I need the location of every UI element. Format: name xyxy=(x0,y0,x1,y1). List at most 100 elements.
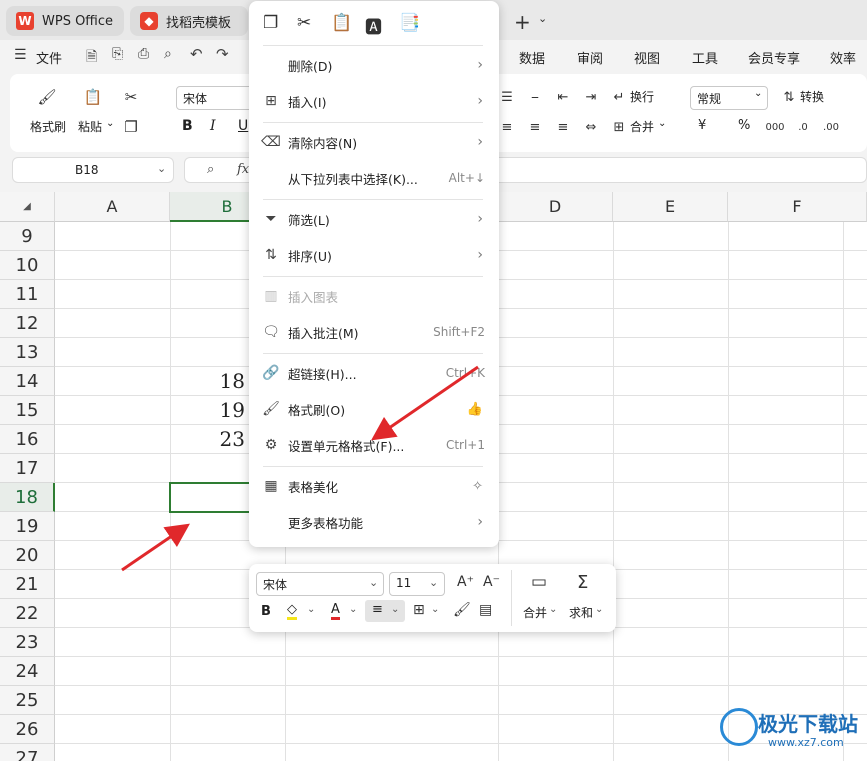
export-pdf-icon[interactable]: ⎘ xyxy=(112,46,123,62)
tab-list-chevron-icon[interactable]: ⌄ xyxy=(538,12,547,25)
mini-bold-button[interactable]: B xyxy=(261,604,271,619)
align-center-icon[interactable]: ☰ xyxy=(496,86,518,108)
font-color-icon[interactable]: A xyxy=(331,602,340,620)
borders-icon[interactable]: ⊞ xyxy=(413,602,425,618)
convert-icon[interactable]: ⇅ xyxy=(778,86,800,108)
cut-icon[interactable]: ✂ xyxy=(297,13,311,33)
align-middle-icon[interactable]: ≡ xyxy=(524,116,546,138)
cell-b15[interactable]: 19 xyxy=(170,398,245,422)
copy-icon[interactable]: ❐ xyxy=(263,13,278,33)
select-all-corner[interactable]: ◢ xyxy=(0,192,55,222)
menu-data[interactable]: 数据 xyxy=(519,48,545,67)
bold-button[interactable]: B xyxy=(182,118,193,134)
mini-font-select[interactable]: 宋体 xyxy=(256,572,384,596)
wrap-label[interactable]: 换行 xyxy=(630,88,654,105)
fx-icon[interactable]: fx xyxy=(237,162,249,177)
convert-label[interactable]: 转换 xyxy=(800,88,824,105)
row-header[interactable]: 25 xyxy=(0,686,55,715)
tab-docer-templates[interactable]: ◆ 找稻壳模板 xyxy=(130,6,248,36)
mini-format-cells-icon[interactable]: ▤ xyxy=(479,602,492,618)
distribute-icon[interactable]: ⇔ xyxy=(580,116,602,138)
column-header-e[interactable]: E xyxy=(613,192,728,222)
menu-item-pick-from-list[interactable]: 从下拉列表中选择(K)... Alt+↓ xyxy=(249,162,499,194)
currency-button[interactable]: ¥ xyxy=(698,118,706,133)
wrap-text-icon[interactable]: ↵ xyxy=(608,86,630,108)
paste-text-icon[interactable]: 🅰 xyxy=(365,13,382,38)
redo-icon[interactable]: ↷ xyxy=(216,45,229,63)
print-preview-icon[interactable]: ⌕ xyxy=(164,46,172,62)
decrease-decimal-icon[interactable]: .00 xyxy=(820,116,842,138)
row-header[interactable]: 20 xyxy=(0,541,55,570)
cell-b14[interactable]: 18 xyxy=(170,369,245,393)
mini-sum-label[interactable]: 求和 xyxy=(569,604,593,621)
menu-item-filter[interactable]: ⏷ 筛选(L) › xyxy=(249,203,499,235)
mini-merge-chevron-icon[interactable]: ⌄ xyxy=(549,604,557,615)
menu-item-hyperlink[interactable]: 🔗 超链接(H)... Ctrl+K xyxy=(249,357,499,389)
menu-efficiency[interactable]: 效率 xyxy=(830,48,856,67)
indent-decrease-icon[interactable]: ⇤ xyxy=(552,86,574,108)
menu-review[interactable]: 审阅 xyxy=(577,48,603,67)
mini-format-painter-icon[interactable]: 🖌 xyxy=(453,602,471,618)
paste-icon[interactable]: 📋 xyxy=(82,86,104,108)
mini-merge-icon[interactable]: ▭ xyxy=(531,572,547,592)
fill-color-icon[interactable]: ◇ xyxy=(287,602,297,620)
column-header-a[interactable]: A xyxy=(55,192,170,222)
tab-wps-office[interactable]: W WPS Office xyxy=(6,6,124,36)
row-header[interactable]: 9 xyxy=(0,222,55,251)
cell-b16[interactable]: 23 xyxy=(170,427,245,451)
decrease-font-size-icon[interactable]: A⁻ xyxy=(483,574,500,590)
cut-icon[interactable]: ✂ xyxy=(120,86,142,108)
font-color-chevron-icon[interactable]: ⌄ xyxy=(349,604,357,615)
row-header[interactable]: 16 xyxy=(0,425,55,454)
indent-increase-icon[interactable]: ⇥ xyxy=(580,86,602,108)
format-painter-icon[interactable]: 🖌 xyxy=(36,86,58,108)
column-header-f[interactable]: F xyxy=(728,192,867,222)
align-left-icon[interactable]: ≡ xyxy=(496,116,518,138)
mini-sum-chevron-icon[interactable]: ⌄ xyxy=(595,604,603,615)
name-box[interactable]: B18 ⌄ xyxy=(12,157,174,183)
align-right-icon[interactable]: ≡ xyxy=(552,116,574,138)
row-header[interactable]: 17 xyxy=(0,454,55,483)
mini-merge-label[interactable]: 合并 xyxy=(523,604,547,621)
row-header[interactable]: 11 xyxy=(0,280,55,309)
name-box-chevron-icon[interactable]: ⌄ xyxy=(157,162,166,175)
menu-item-insert[interactable]: ⊞ 插入(I) › xyxy=(249,85,499,117)
paste-label[interactable]: 粘贴 xyxy=(78,118,102,135)
print-icon[interactable]: ⎙ xyxy=(138,46,149,62)
align-bottom-icon[interactable]: ⎯ xyxy=(524,86,546,108)
menu-item-insert-comment[interactable]: 🗨 插入批注(M) Shift+F2 xyxy=(249,316,499,348)
column-header-d[interactable]: D xyxy=(498,192,613,222)
row-header[interactable]: 19 xyxy=(0,512,55,541)
paste-chevron-icon[interactable]: ⌄ xyxy=(106,118,114,129)
row-header[interactable]: 13 xyxy=(0,338,55,367)
italic-button[interactable]: I xyxy=(210,118,216,134)
row-header[interactable]: 12 xyxy=(0,309,55,338)
paste-special-icon[interactable]: 📑 xyxy=(399,13,420,33)
menu-item-more-table-functions[interactable]: 更多表格功能 › xyxy=(249,506,499,538)
save-icon[interactable]: 🗎 xyxy=(86,46,97,70)
merge-label[interactable]: 合并 xyxy=(630,118,654,135)
borders-chevron-icon[interactable]: ⌄ xyxy=(431,604,439,615)
merge-chevron-icon[interactable]: ⌄ xyxy=(658,118,666,129)
row-header[interactable]: 27 xyxy=(0,744,55,761)
hamburger-icon[interactable]: ☰ xyxy=(14,47,27,63)
row-header[interactable]: 26 xyxy=(0,715,55,744)
sum-icon[interactable]: Σ xyxy=(577,572,588,593)
row-header[interactable]: 24 xyxy=(0,657,55,686)
menu-file[interactable]: 文件 xyxy=(36,48,62,67)
row-header[interactable]: 10 xyxy=(0,251,55,280)
menu-tools[interactable]: 工具 xyxy=(692,48,718,67)
undo-icon[interactable]: ↶ xyxy=(190,45,203,63)
row-header[interactable]: 23 xyxy=(0,628,55,657)
menu-item-format-painter[interactable]: 🖌 格式刷(O) 👍 xyxy=(249,393,499,425)
row-header[interactable]: 21 xyxy=(0,570,55,599)
menu-item-format-cells[interactable]: ⚙ 设置单元格格式(F)... Ctrl+1 xyxy=(249,429,499,461)
fill-color-chevron-icon[interactable]: ⌄ xyxy=(307,604,315,615)
percent-button[interactable]: % xyxy=(738,118,750,133)
increase-font-size-icon[interactable]: A⁺ xyxy=(457,574,474,590)
row-header[interactable]: 14 xyxy=(0,367,55,396)
zoom-search-icon[interactable]: ⌕ xyxy=(207,162,214,177)
merge-icon[interactable]: ⊞ xyxy=(608,116,630,138)
new-tab-plus-icon[interactable]: + xyxy=(514,10,531,34)
menu-item-sort[interactable]: ⇅ 排序(U) › xyxy=(249,239,499,271)
